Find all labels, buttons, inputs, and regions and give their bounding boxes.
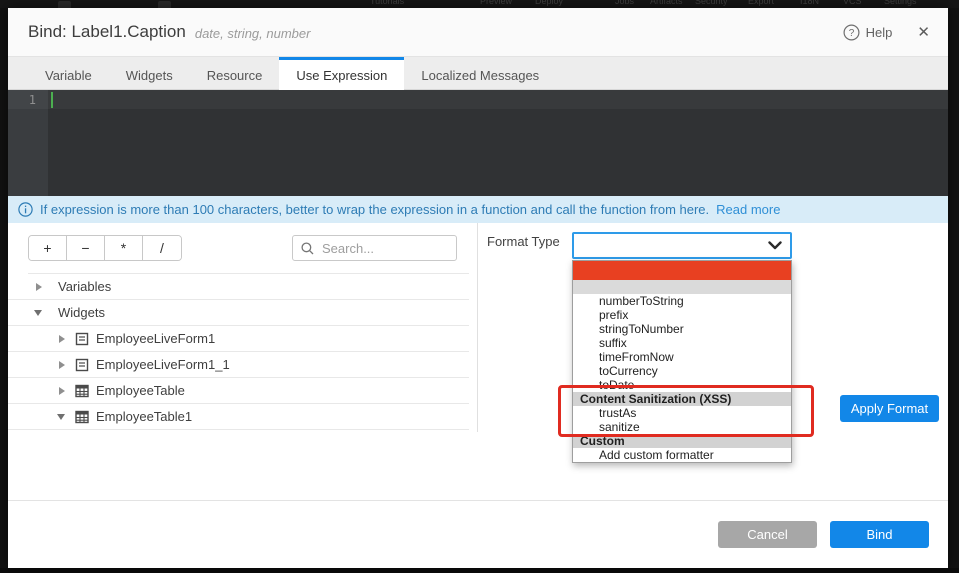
panel-divider xyxy=(477,223,478,432)
background-menu-item: Security xyxy=(695,0,728,6)
caret-right-icon[interactable] xyxy=(36,283,42,291)
form-widget-icon xyxy=(75,332,89,346)
footer-divider xyxy=(8,500,948,501)
tree-item-widgets[interactable]: Widgets xyxy=(8,300,469,326)
tab-localized-messages[interactable]: Localized Messages xyxy=(404,57,556,90)
tree-item-employeetable1[interactable]: EmployeeTable1 xyxy=(8,404,469,430)
dropdown-option-add-custom-formatter[interactable]: Add custom formatter xyxy=(573,448,791,462)
caret-right-icon[interactable] xyxy=(59,387,65,395)
dropdown-option-sanitize[interactable]: sanitize xyxy=(573,420,791,434)
background-menu-item: Export xyxy=(748,0,774,6)
tree-item-variables[interactable]: Variables xyxy=(8,274,469,300)
help-button[interactable]: ? Help xyxy=(843,24,893,41)
search-box xyxy=(292,235,457,261)
search-input[interactable] xyxy=(320,240,448,257)
info-bar: If expression is more than 100 character… xyxy=(8,196,948,223)
dialog-title: Bind: Label1.Caption xyxy=(28,22,186,42)
info-icon xyxy=(18,202,33,217)
background-menu-item: VCS xyxy=(843,0,862,6)
tab-resource[interactable]: Resource xyxy=(190,57,280,90)
dialog-header: Bind: Label1.Caption date, string, numbe… xyxy=(8,8,948,57)
dialog-subtitle: date, string, number xyxy=(195,26,311,41)
plus-operator-button[interactable]: + xyxy=(29,236,67,260)
dropdown-group-custom: Custom xyxy=(573,434,791,448)
background-menu-item: Settings xyxy=(884,0,917,6)
background-app-strip-bottom xyxy=(0,568,959,573)
editor-code-area[interactable] xyxy=(48,90,948,196)
divide-operator-button[interactable]: / xyxy=(143,236,181,260)
format-type-select[interactable] xyxy=(572,232,792,259)
background-app-strip: Tutorials Preview Deploy Jobs Artifacts … xyxy=(0,0,959,8)
background-icon xyxy=(58,1,71,8)
dropdown-option-suffix[interactable]: suffix xyxy=(573,336,791,350)
tab-bar: Variable Widgets Resource Use Expression… xyxy=(8,57,948,90)
read-more-link[interactable]: Read more xyxy=(716,202,780,217)
tree-item-employeetable[interactable]: EmployeeTable xyxy=(8,378,469,404)
tree-item-employeeliveform1[interactable]: EmployeeLiveForm1 xyxy=(8,326,469,352)
search-icon xyxy=(301,242,314,255)
dropdown-option-prefix[interactable]: prefix xyxy=(573,308,791,322)
background-menu-item: Jobs xyxy=(615,0,634,6)
background-menu-item: Artifacts xyxy=(650,0,683,6)
svg-text:?: ? xyxy=(848,28,854,39)
bind-dialog: Bind: Label1.Caption date, string, numbe… xyxy=(8,8,948,568)
caret-right-icon[interactable] xyxy=(59,335,65,343)
tree-item-employeeliveform1-1[interactable]: EmployeeLiveForm1_1 xyxy=(8,352,469,378)
background-menu-item: I18N xyxy=(800,0,819,6)
format-type-label: Format Type xyxy=(487,234,560,249)
tab-variable[interactable]: Variable xyxy=(28,57,109,90)
help-label: Help xyxy=(866,25,893,40)
expression-editor[interactable]: 1 xyxy=(8,90,948,196)
background-menu-item: Deploy xyxy=(535,0,563,6)
background-menu-item: Tutorials xyxy=(370,0,404,6)
dropdown-group-content-sanitization: Content Sanitization (XSS) xyxy=(573,392,791,406)
background-icon xyxy=(158,1,171,8)
table-widget-icon xyxy=(75,384,89,398)
tab-use-expression[interactable]: Use Expression xyxy=(279,57,404,90)
dropdown-option-numbertostring[interactable]: numberToString xyxy=(573,294,791,308)
caret-down-icon[interactable] xyxy=(57,414,65,420)
cancel-button[interactable]: Cancel xyxy=(718,521,817,548)
dialog-content: + − * / Variables Widgets xyxy=(8,223,948,568)
dropdown-option-empty-selected[interactable] xyxy=(573,261,791,280)
format-type-dropdown: numberToString prefix stringToNumber suf… xyxy=(572,260,792,463)
operator-button-group: + − * / xyxy=(28,235,182,261)
form-widget-icon xyxy=(75,358,89,372)
minus-operator-button[interactable]: − xyxy=(67,236,105,260)
close-icon[interactable]: ✕ xyxy=(917,25,930,40)
dropdown-group-empty xyxy=(573,280,791,294)
table-widget-icon xyxy=(75,410,89,424)
editor-current-line-highlight xyxy=(8,90,948,109)
dropdown-option-tocurrency[interactable]: toCurrency xyxy=(573,364,791,378)
chevron-down-icon xyxy=(768,241,782,250)
apply-format-button[interactable]: Apply Format xyxy=(840,395,939,422)
caret-right-icon[interactable] xyxy=(59,361,65,369)
bind-button[interactable]: Bind xyxy=(830,521,929,548)
caret-down-icon[interactable] xyxy=(34,310,42,316)
info-message: If expression is more than 100 character… xyxy=(40,202,709,217)
dropdown-option-trustas[interactable]: trustAs xyxy=(573,406,791,420)
screen: Tutorials Preview Deploy Jobs Artifacts … xyxy=(0,0,959,573)
dropdown-option-stringtonumber[interactable]: stringToNumber xyxy=(573,322,791,336)
editor-cursor xyxy=(51,92,53,108)
multiply-operator-button[interactable]: * xyxy=(105,236,143,260)
dropdown-option-timefromnow[interactable]: timeFromNow xyxy=(573,350,791,364)
tab-widgets[interactable]: Widgets xyxy=(109,57,190,90)
dropdown-option-todate[interactable]: toDate xyxy=(573,378,791,392)
background-menu-item: Preview xyxy=(480,0,512,6)
help-icon: ? xyxy=(843,24,860,41)
